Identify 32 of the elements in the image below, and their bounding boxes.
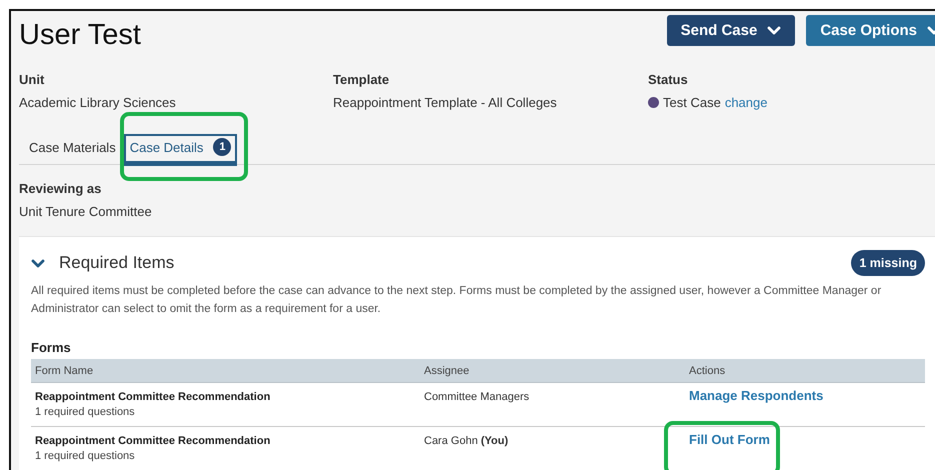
count-badge: 1 bbox=[213, 138, 232, 156]
field-label: Reviewing as bbox=[19, 181, 102, 196]
action-link[interactable]: Fill Out Form bbox=[689, 432, 770, 447]
section-title: Required Items bbox=[59, 253, 174, 273]
action-link[interactable]: Manage Respondents bbox=[689, 388, 824, 403]
field-value: Unit Tenure Committee bbox=[19, 204, 152, 219]
tab[interactable]: Case Details 1 bbox=[126, 136, 236, 164]
chevron-down-icon[interactable] bbox=[31, 258, 45, 268]
field-value: Test Case bbox=[663, 95, 721, 110]
forms-heading: Forms bbox=[31, 340, 72, 355]
field-label: Template bbox=[333, 72, 390, 87]
form-name: Reappointment Committee Recommendation bbox=[35, 435, 272, 447]
column-header: Actions bbox=[685, 359, 925, 382]
send-case-button[interactable]: Send Case bbox=[666, 15, 796, 46]
assignee: Cara Gohn (You) bbox=[424, 435, 508, 447]
assignee: Committee Managers bbox=[424, 391, 530, 403]
field-label: Status bbox=[648, 72, 689, 87]
form-detail: 1 required questions bbox=[35, 406, 136, 418]
chevron-down-icon bbox=[767, 26, 782, 36]
tab[interactable]: Case Materials bbox=[25, 136, 120, 164]
case-options-button[interactable]: Case Options bbox=[806, 15, 935, 46]
field-label: Unit bbox=[19, 72, 46, 87]
column-header: Form Name bbox=[31, 359, 420, 382]
form-detail: 1 required questions bbox=[35, 450, 136, 462]
column-header: Assignee bbox=[420, 359, 685, 382]
field-value: Reappointment Template - All Colleges bbox=[333, 95, 557, 110]
section-description: All required items must be completed before the case can advance to the next step. Forms must be completed by the assigned user, however a Committee Manager or Administrator can select to omit the form as a requirement for a user. bbox=[31, 284, 882, 316]
form-name: Reappointment Committee Recommendation bbox=[35, 391, 272, 403]
missing-badge: 1 missing bbox=[851, 250, 925, 276]
page-title: User Test bbox=[19, 19, 141, 52]
change-link[interactable]: change bbox=[724, 95, 768, 110]
field-value: Academic Library Sciences bbox=[19, 95, 176, 110]
